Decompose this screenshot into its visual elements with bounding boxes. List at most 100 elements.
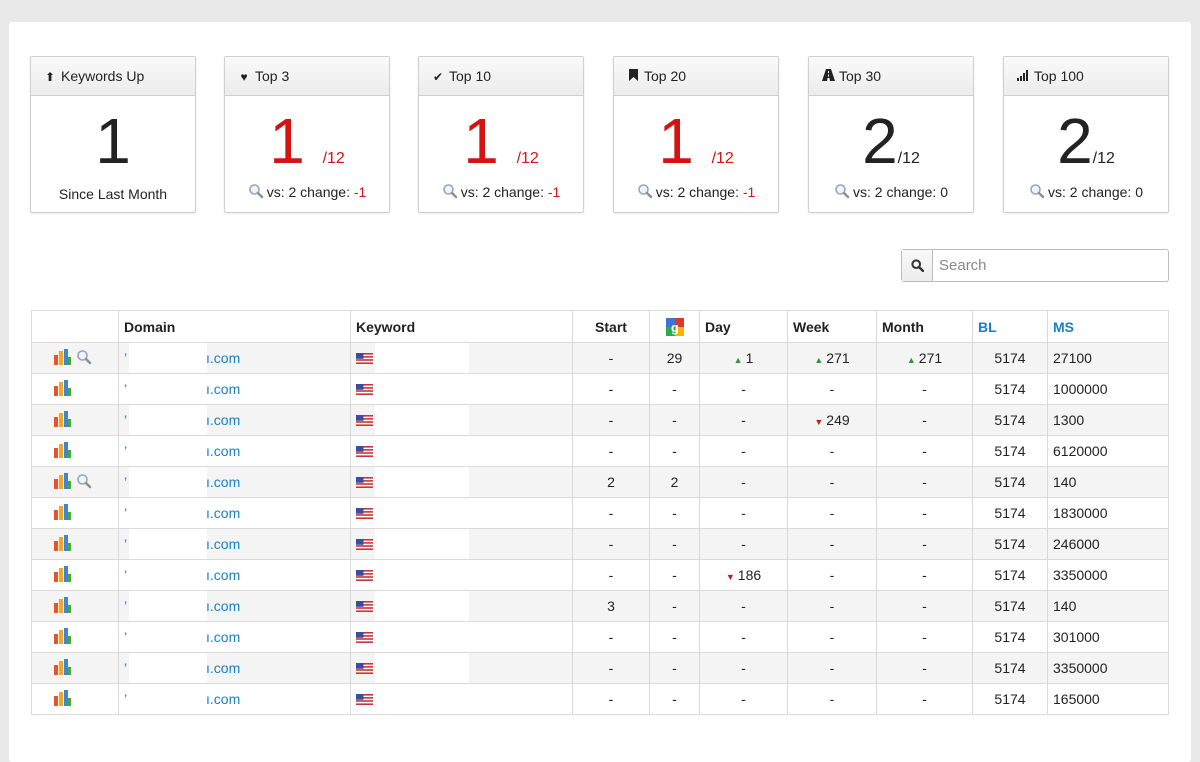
month-value: -	[922, 660, 927, 676]
us-flag-icon	[356, 382, 373, 395]
chart-icon[interactable]	[54, 348, 72, 368]
column-header-bl[interactable]: BL	[972, 310, 1048, 343]
domain-link[interactable]: ı.com	[206, 660, 240, 676]
column-header-day[interactable]: Day	[699, 310, 788, 343]
domain-link[interactable]: ı.com	[206, 629, 240, 645]
domain-link-prefix[interactable]: ’	[124, 598, 127, 614]
magnifier-icon[interactable]	[1029, 183, 1045, 202]
chart-icon[interactable]	[54, 379, 72, 399]
card-footer: vs: 2 change: -1	[225, 183, 389, 202]
cell-day: -	[699, 590, 788, 622]
card-value-denominator: /12	[516, 150, 539, 167]
domain-link-prefix[interactable]: ’	[124, 443, 127, 459]
domain-link-prefix[interactable]: ’	[124, 474, 127, 490]
card-value-number: 2	[862, 105, 898, 177]
chart-icon[interactable]	[54, 596, 72, 616]
card-header: ✔ Top 10	[419, 57, 583, 96]
domain-link-prefix[interactable]: ’	[124, 629, 127, 645]
cell-actions	[31, 528, 119, 560]
chart-icon[interactable]	[54, 534, 72, 554]
search-icon[interactable]	[902, 250, 933, 281]
domain-link[interactable]: ı.com	[206, 350, 240, 366]
column-header-google[interactable]: g	[649, 310, 700, 343]
domain-link-prefix[interactable]: ’	[124, 350, 127, 366]
table-row: ’ ı.com - - - - -5174 165000	[31, 683, 1169, 715]
card-footer-text: vs: 2 change:	[655, 184, 743, 200]
chart-icon[interactable]	[54, 565, 72, 585]
table-row: ’ ı.com - - - ▼ 249-5174 1300	[31, 404, 1169, 436]
domain-link[interactable]: ı.com	[206, 412, 240, 428]
card-value-number: 1	[658, 105, 694, 177]
domain-link-prefix[interactable]: ’	[124, 660, 127, 676]
chart-icon[interactable]	[54, 410, 72, 430]
magnifier-icon[interactable]	[76, 473, 92, 492]
domain-link[interactable]: ı.com	[206, 381, 240, 397]
magnifier-icon[interactable]	[248, 183, 264, 202]
cell-week: -	[787, 559, 877, 591]
column-header-month[interactable]: Month	[876, 310, 973, 343]
domain-link-prefix[interactable]: ’	[124, 505, 127, 521]
cell-week: -	[787, 683, 877, 715]
magnifier-icon[interactable]	[834, 183, 850, 202]
column-header-ms[interactable]: MS	[1047, 310, 1169, 343]
cell-week: -	[787, 466, 877, 498]
domain-link-prefix[interactable]: ’	[124, 567, 127, 583]
cell-week: ▼ 249	[787, 404, 877, 436]
card-value: 1 /12	[419, 101, 583, 181]
card-top-10: ✔ Top 10 1 /12 vs: 2 change: -1	[418, 56, 584, 213]
search-input[interactable]	[933, 250, 1167, 281]
chart-icon[interactable]	[54, 658, 72, 678]
domain-link[interactable]: ı.com	[206, 474, 240, 490]
month-value: -	[922, 412, 927, 428]
day-value: -	[741, 505, 746, 521]
chart-icon[interactable]	[54, 472, 72, 492]
redacted-block	[375, 405, 469, 435]
domain-link-prefix[interactable]: ’	[124, 412, 127, 428]
magnifier-icon[interactable]	[442, 183, 458, 202]
column-header-domain[interactable]: Domain	[118, 310, 351, 343]
column-header-start[interactable]: Start	[572, 310, 650, 343]
card-top-30: Top 30 2/12 vs: 2 change: 0	[808, 56, 974, 213]
domain-link-prefix[interactable]: ’	[124, 536, 127, 552]
us-flag-icon	[356, 475, 373, 488]
cell-google-rank: -	[649, 404, 700, 436]
domain-link[interactable]: ı.com	[206, 443, 240, 459]
domain-link-prefix[interactable]: ’	[124, 381, 127, 397]
day-value: 186	[737, 567, 762, 583]
domain-link-prefix[interactable]: ’	[124, 691, 127, 707]
cell-week: -	[787, 621, 877, 653]
month-value: -	[922, 598, 927, 614]
us-flag-icon	[356, 568, 373, 581]
table-row: ’ ı.com - - - - -5174 1000000	[31, 373, 1169, 405]
chart-icon[interactable]	[54, 689, 72, 709]
domain-link[interactable]: ı.com	[206, 598, 240, 614]
chart-icon[interactable]	[54, 627, 72, 647]
cell-day: -	[699, 528, 788, 560]
chart-icon[interactable]	[54, 441, 72, 461]
domain-link[interactable]: ı.com	[206, 505, 240, 521]
us-flag-icon	[356, 413, 373, 426]
column-header-keyword[interactable]: Keyword	[350, 310, 573, 343]
redacted-block	[129, 560, 207, 590]
domain-link[interactable]: ı.com	[206, 567, 240, 583]
week-value: -	[829, 691, 835, 707]
column-header-week[interactable]: Week	[787, 310, 877, 343]
card-header: Top 20	[614, 57, 778, 96]
cell-bl: 5174	[972, 559, 1048, 591]
cell-keyword	[350, 683, 573, 715]
cell-keyword	[350, 466, 573, 498]
magnifier-icon[interactable]	[637, 183, 653, 202]
trend-down-icon: ▼	[814, 417, 824, 427]
cell-bl: 5174	[972, 621, 1048, 653]
domain-link[interactable]: ı.com	[206, 536, 240, 552]
domain-link[interactable]: ı.com	[206, 691, 240, 707]
cell-bl: 5174	[972, 466, 1048, 498]
cell-google-rank: -	[649, 683, 700, 715]
cell-actions	[31, 683, 119, 715]
cell-start: -	[572, 342, 650, 374]
magnifier-icon[interactable]	[76, 349, 92, 368]
chart-icon[interactable]	[54, 503, 72, 523]
redacted-block	[129, 436, 207, 466]
redacted-block	[375, 467, 469, 497]
card-header: ⬆ Keywords Up	[31, 57, 195, 96]
